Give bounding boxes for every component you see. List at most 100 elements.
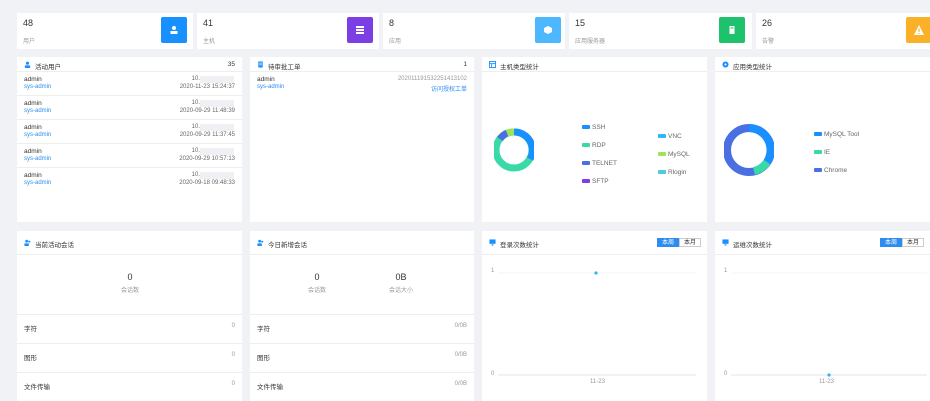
- stat-app-servers[interactable]: 15 应用服务器: [569, 13, 759, 49]
- document-icon: [258, 61, 263, 68]
- stat-hosts[interactable]: 41 主机: [197, 13, 387, 49]
- ip-mask: [200, 124, 234, 131]
- session-count: 0 会话数: [307, 272, 326, 294]
- ticket-id: 20201119153225141310​2: [397, 76, 467, 82]
- user-icon: [161, 17, 187, 43]
- stat-value: 15: [575, 18, 586, 28]
- login-time: 2020-11-23 15:24:37: [179, 84, 235, 90]
- stats-bar: 48 用户 41 主机 8 应用 15 应用服务器 26 告警: [17, 13, 930, 49]
- stat-value: 41: [203, 18, 214, 28]
- y-axis-bottom: 0: [491, 371, 495, 377]
- list-item[interactable]: admin sys-admin 10. 2020-09-29 11:48:39: [17, 96, 242, 120]
- x-axis-label: 11-23: [819, 379, 834, 385]
- month-button[interactable]: 本月: [678, 238, 701, 247]
- session-row: 字符 0/0B: [250, 314, 474, 337]
- list-item[interactable]: admin sys-admin 10. 2020-11-23 15:24:37: [17, 72, 242, 96]
- list-item[interactable]: admin sys-admin 10. 2020-09-18 09:48:33: [17, 168, 242, 192]
- app-donut-chart[interactable]: [724, 121, 774, 179]
- stat-apps[interactable]: 8 应用: [383, 13, 573, 49]
- session-count: 0 会话数: [120, 272, 139, 294]
- host-legend-left: SSH RDP TELNET SFTP: [582, 119, 617, 191]
- stat-value: 48: [23, 18, 34, 28]
- list-item[interactable]: admin sys-admin 20201119153225141310​2 访…: [250, 72, 474, 96]
- user-name: admin: [24, 76, 42, 83]
- user-ip: 10.: [191, 76, 200, 82]
- users-icon: [24, 239, 31, 246]
- ip-mask: [200, 76, 234, 83]
- login-time: 2020-09-29 11:48:39: [179, 108, 235, 114]
- user-name: admin: [24, 148, 42, 155]
- list-item[interactable]: admin sys-admin 10. 2020-09-29 11:37:45: [17, 120, 242, 144]
- stat-alerts[interactable]: 26 告警: [756, 13, 930, 49]
- pending-tickets-card: 待审批工单 1 admin sys-admin 2020111915322514…: [250, 57, 474, 222]
- period-toggle: 本周 本月: [879, 238, 924, 247]
- active-users-card: 活动用户 35 admin sys-admin 10. 2020-11-23 1…: [17, 57, 242, 222]
- y-axis-top: 1: [724, 268, 728, 274]
- monitor-icon: [489, 239, 496, 246]
- session-row: 图形 0: [17, 343, 242, 366]
- stat-label: 告警: [762, 39, 775, 45]
- session-row: 字符 0: [17, 314, 242, 337]
- count-badge: 35: [227, 61, 235, 68]
- user-role: sys-admin: [24, 84, 52, 90]
- card-title: 主机类型统计: [500, 64, 539, 71]
- count-badge: 1: [463, 61, 467, 68]
- ticket-type[interactable]: 访问授权工单: [431, 84, 467, 93]
- card-title: 待审批工单: [268, 64, 301, 71]
- user-icon: [24, 61, 31, 68]
- user-role: sys-admin: [24, 180, 52, 186]
- today-sessions-card: 今日新增会话 0 会话数 0B 会话大小 字符 0/0B 图形 0/0B 文件传输 0…: [250, 231, 474, 401]
- user-ip: 10.: [191, 172, 200, 178]
- login-line-chart[interactable]: [498, 269, 698, 379]
- session-row: 文件传输 0/0B: [250, 372, 474, 395]
- warning-icon: [906, 17, 930, 43]
- users-icon: [257, 239, 264, 246]
- y-axis-top: 1: [491, 268, 495, 274]
- x-axis-label: 11-23: [590, 379, 605, 385]
- legend-item: IE: [814, 144, 859, 162]
- stat-label: 用户: [23, 39, 36, 45]
- stat-label: 主机: [203, 39, 216, 45]
- month-button[interactable]: 本月: [901, 238, 924, 247]
- session-row: 图形 0/0B: [250, 343, 474, 366]
- stat-users[interactable]: 48 用户: [17, 13, 207, 49]
- login-stats-card: 登录次数统计 本周 本月 1 0 11-23: [482, 231, 707, 401]
- login-time: 2020-09-18 09:48:33: [179, 180, 235, 186]
- y-axis-bottom: 0: [724, 371, 728, 377]
- cube-icon: [535, 17, 561, 43]
- stat-value: 26: [762, 18, 773, 28]
- app-types-card: 应用类型统计 MySQL Tool IE Chrome: [715, 57, 930, 222]
- week-button[interactable]: 本周: [656, 238, 679, 247]
- current-sessions-card: 当前活动会话 0 会话数 字符 0 图形 0 文件传输 0: [17, 231, 242, 401]
- card-title: 活动用户: [35, 64, 61, 71]
- user-name: admin: [24, 124, 42, 131]
- legend-item: VNC: [658, 128, 690, 146]
- legend-item: TELNET: [582, 155, 617, 173]
- user-ip: 10.: [191, 148, 200, 154]
- week-button[interactable]: 本周: [879, 238, 902, 247]
- session-row: 文件传输 0: [17, 372, 242, 395]
- card-title: 当前活动会话: [35, 242, 74, 249]
- data-point: [827, 373, 831, 377]
- ops-stats-card: 运维次数统计 本周 本月 1 0 11-23: [715, 231, 930, 401]
- monitor-icon: [722, 239, 729, 246]
- stat-value: 8: [389, 18, 395, 28]
- ip-mask: [200, 148, 234, 155]
- host-legend-right: VNC MySQL Rlogin: [658, 128, 690, 182]
- app-server-icon: [719, 17, 745, 43]
- user-name: admin: [24, 100, 42, 107]
- card-title: 运维次数统计: [733, 242, 772, 249]
- legend-item: SSH: [582, 119, 617, 137]
- ops-line-chart[interactable]: [731, 269, 927, 379]
- user-role: sys-admin: [24, 132, 52, 138]
- app-icon: [722, 61, 729, 68]
- ip-mask: [200, 172, 234, 179]
- server-icon: [347, 17, 373, 43]
- user-role: sys-admin: [24, 156, 52, 162]
- list-item[interactable]: admin sys-admin 10. 2020-09-29 10:57:13: [17, 144, 242, 168]
- host-donut-chart[interactable]: [494, 122, 534, 178]
- app-legend: MySQL Tool IE Chrome: [814, 126, 859, 180]
- period-toggle: 本周 本月: [656, 238, 701, 247]
- legend-item: MySQL Tool: [814, 126, 859, 144]
- stat-label: 应用: [389, 39, 402, 45]
